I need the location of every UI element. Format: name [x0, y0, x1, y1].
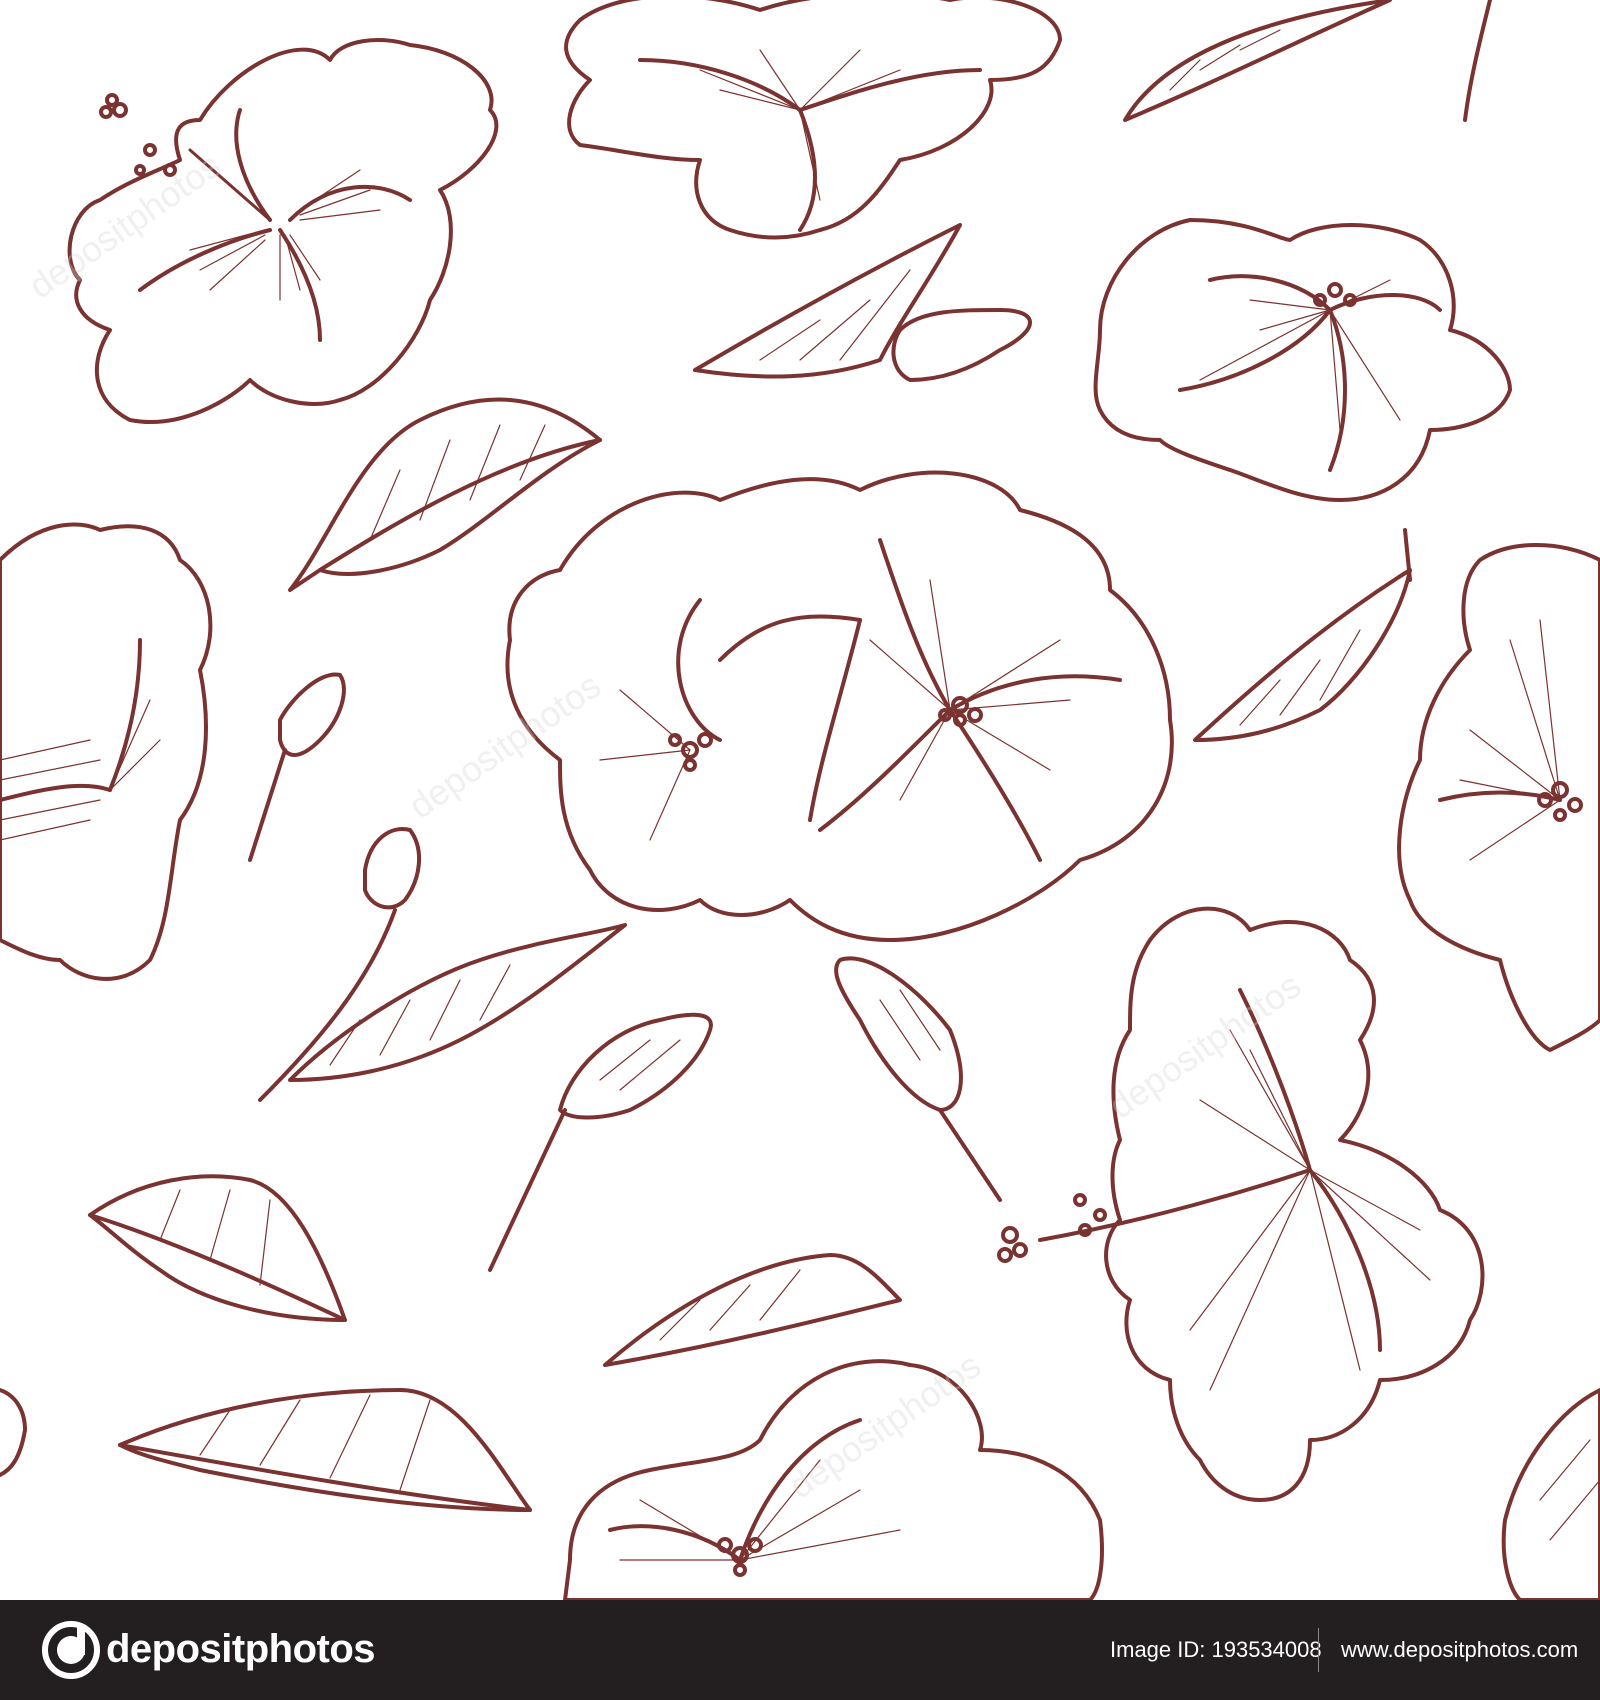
- footer-bar: depositphotos Image ID: 193534008 www.de…: [0, 1600, 1600, 1700]
- leaf-lower-left: [88, 1174, 347, 1322]
- watermark-text: depositphotos: [401, 664, 608, 826]
- hibiscus-double-flower-center: [505, 470, 1174, 942]
- hibiscus-flower-top-center: [564, 0, 1062, 240]
- footer-divider: [1318, 1628, 1319, 1672]
- watermark-text: depositphotos: [21, 144, 228, 306]
- depositphotos-logo-icon: [42, 1621, 100, 1679]
- leaf-right-middle: [1193, 528, 1412, 742]
- brand-name: depositphotos: [106, 1627, 376, 1671]
- stock-image-canvas: depositphotos depositphotos depositphoto…: [0, 0, 1600, 1700]
- hibiscus-flower-left-edge: [0, 522, 213, 981]
- hibiscus-flower-right-upper: [1093, 218, 1512, 502]
- bud-left-middle: [248, 672, 346, 862]
- leaf-top-right: [1123, 0, 1492, 122]
- watermark-text: depositphotos: [781, 1344, 988, 1506]
- hibiscus-flower-right-edge: [1397, 543, 1600, 1052]
- leaf-long-bottom-left: [118, 1388, 532, 1512]
- leaf-lower-center: [603, 1253, 902, 1367]
- site-url-link[interactable]: www.depositphotos.com: [1341, 1636, 1578, 1664]
- leaf-and-bud-center-top: [693, 223, 1032, 382]
- bud-right-edge-bottom: [1501, 1388, 1600, 1600]
- bud-right-of-center: [834, 956, 1002, 1202]
- bud-center: [488, 1012, 713, 1272]
- leaf-left-middle: [288, 397, 602, 592]
- image-id-label: Image ID: 193534008: [1110, 1637, 1322, 1662]
- hibiscus-pattern-artwork: depositphotos depositphotos depositphoto…: [0, 0, 1600, 1600]
- leaf-long-center-left: [288, 923, 627, 1082]
- bud-left-edge-bottom: [0, 1388, 27, 1477]
- bud-with-stem-left: [258, 827, 422, 1102]
